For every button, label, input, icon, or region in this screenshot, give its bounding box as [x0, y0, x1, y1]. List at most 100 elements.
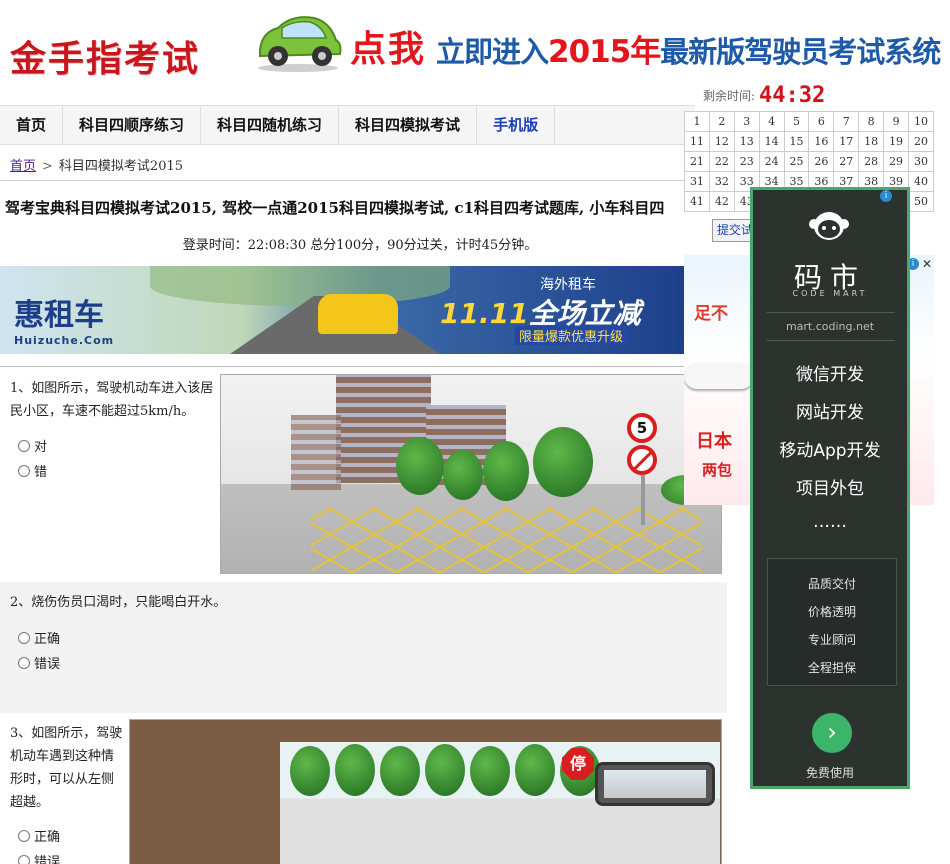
option-b[interactable]: 错	[18, 461, 47, 480]
answer-card-cell[interactable]: 11	[684, 131, 710, 152]
travel-ad-line-a: 日本	[696, 431, 732, 452]
option-a[interactable]: 正确	[18, 826, 60, 845]
ad-car-graphic	[318, 294, 398, 334]
answer-card-cell[interactable]: 29	[883, 151, 910, 172]
option-a[interactable]: 对	[18, 436, 47, 455]
tree-graphic	[515, 744, 555, 796]
ad-info-icon[interactable]: i	[880, 190, 892, 202]
feature-item: 品质交付	[807, 577, 856, 591]
answer-card-cell[interactable]: 13	[733, 131, 760, 152]
answer-card-cell[interactable]: 26	[808, 151, 835, 172]
feature-box: 品质交付 价格透明 专业顾问 全程担保	[767, 558, 897, 686]
answer-card-cell[interactable]: 4	[758, 111, 785, 132]
answer-card-row: 1 2 3 4 5 6 7 8 9 10	[684, 111, 934, 132]
nav-home[interactable]: 首页	[0, 106, 64, 144]
free-use-label[interactable]: 免费使用	[753, 764, 907, 781]
answer-card-cell[interactable]: 19	[883, 131, 910, 152]
answer-card-cell[interactable]: 6	[808, 111, 835, 132]
option-a[interactable]: 正确	[18, 628, 60, 647]
answer-card-cell[interactable]: 22	[708, 151, 735, 172]
banner-click-text[interactable]: 点我	[350, 20, 426, 72]
ad-close-icon[interactable]: ✕	[922, 258, 932, 270]
no-horn-sign-icon	[627, 445, 657, 475]
answer-card-cell[interactable]: 42	[708, 191, 735, 212]
answer-card-cell[interactable]: 32	[708, 171, 735, 192]
answer-card-cell[interactable]: 5	[783, 111, 810, 132]
answer-card-cell[interactable]: 1	[684, 111, 710, 132]
answer-card-cell[interactable]: 21	[684, 151, 710, 172]
option-radio[interactable]	[18, 829, 30, 842]
option-radio[interactable]	[18, 656, 30, 669]
answer-card-cell[interactable]: 30	[908, 151, 934, 172]
banner-text-b: 最新版驾驶员考试系统	[660, 35, 941, 69]
nav-mobile[interactable]: 手机版	[477, 106, 556, 144]
answer-card-cell[interactable]: 25	[783, 151, 810, 172]
building-graphic	[291, 415, 341, 490]
question-3: 3、如图所示，驾驶机动车遇到这种情形时，可以从左侧超越。 正确 错误 停	[0, 716, 727, 864]
answer-card-cell[interactable]: 24	[758, 151, 785, 172]
answer-card-cell[interactable]: 9	[883, 111, 910, 132]
answer-card-cell[interactable]: 40	[908, 171, 934, 192]
option-label: 错	[34, 465, 48, 480]
question-2: 2、烧伤伤员口渴时，只能喝白开水。 正确 错误	[0, 582, 727, 713]
answer-card-cell[interactable]: 16	[808, 131, 835, 152]
airplane-graphic	[684, 363, 754, 389]
answer-card-cell[interactable]: 3	[733, 111, 760, 132]
answer-card-cell[interactable]: 14	[758, 131, 785, 152]
option-b[interactable]: 错误	[18, 653, 60, 672]
question-3-image: 停	[129, 719, 722, 864]
option-label: 正确	[34, 830, 61, 845]
green-car-icon	[258, 16, 342, 72]
ad-brand-en: Huizuche.Com	[14, 334, 115, 347]
ad-hill-graphic	[150, 266, 450, 306]
ad-close-icon[interactable]: ✕	[896, 190, 906, 202]
answer-card-cell[interactable]: 23	[733, 151, 760, 172]
tree-graphic	[533, 427, 593, 497]
answer-card-cell[interactable]: 50	[908, 191, 934, 212]
answer-card-cell[interactable]: 31	[684, 171, 710, 192]
option-radio[interactable]	[18, 464, 30, 477]
service-item: 移动App开发	[779, 441, 881, 461]
option-radio[interactable]	[18, 439, 30, 452]
nav-random-practice[interactable]: 科目四随机练习	[201, 106, 340, 144]
option-radio[interactable]	[18, 631, 30, 644]
codemart-ad[interactable]: 码市 CODE MART mart.coding.net 微信开发 网站开发 移…	[750, 187, 910, 789]
timer-value: 44:32	[759, 83, 826, 108]
nav-sequential-practice[interactable]: 科目四顺序练习	[63, 106, 202, 144]
exam-system-banner[interactable]: 点我 立即进入2015年最新版驾驶员考试系统	[252, 8, 942, 76]
answer-card-cell[interactable]: 12	[708, 131, 735, 152]
answer-card-cell[interactable]: 7	[833, 111, 860, 132]
answer-card-cell[interactable]: 10	[908, 111, 934, 132]
answer-card-cell[interactable]: 28	[858, 151, 885, 172]
feature-item: 价格透明	[807, 605, 856, 619]
tree-graphic	[290, 746, 330, 796]
answer-card-cell[interactable]: 18	[858, 131, 885, 152]
site-logo[interactable]: 金手指考试	[10, 30, 200, 82]
arrow-right-icon[interactable]: ›	[812, 713, 852, 753]
answer-card-cell[interactable]: 15	[783, 131, 810, 152]
ad-brand-cn: 惠租车	[14, 298, 104, 333]
timer-label: 剩余时间:	[703, 89, 756, 103]
tree-graphic	[380, 746, 420, 796]
answer-card-cell[interactable]: 2	[708, 111, 735, 132]
service-item: 网站开发	[796, 403, 864, 423]
monkey-logo-icon	[809, 212, 849, 240]
banner-year: 2015年	[548, 34, 661, 70]
travel-ad-line-b: 两包	[702, 461, 733, 479]
option-radio[interactable]	[18, 854, 30, 864]
answer-card-cell[interactable]: 41	[684, 191, 710, 212]
answer-card-cell[interactable]: 27	[833, 151, 860, 172]
codemart-url: mart.coding.net	[785, 320, 875, 333]
breadcrumb: 首页 > 科目四模拟考试2015	[10, 155, 183, 174]
banner-headline[interactable]: 立即进入2015年最新版驾驶员考试系统	[436, 26, 941, 71]
divider	[767, 340, 895, 341]
answer-card-cell[interactable]: 20	[908, 131, 934, 152]
car-rental-ad-banner[interactable]: 惠租车 Huizuche.Com 海外租车 11.11全场立减 限量爆款优惠升级	[0, 266, 690, 354]
breadcrumb-home-link[interactable]: 首页	[10, 159, 36, 174]
nav-mock-exam[interactable]: 科目四模拟考试	[339, 106, 478, 144]
answer-card-cell[interactable]: 8	[858, 111, 885, 132]
answer-card-cell[interactable]: 17	[833, 131, 860, 152]
option-b[interactable]: 错误	[18, 851, 60, 864]
banner-text-a: 立即进入	[436, 35, 549, 69]
tree-graphic	[483, 441, 529, 501]
